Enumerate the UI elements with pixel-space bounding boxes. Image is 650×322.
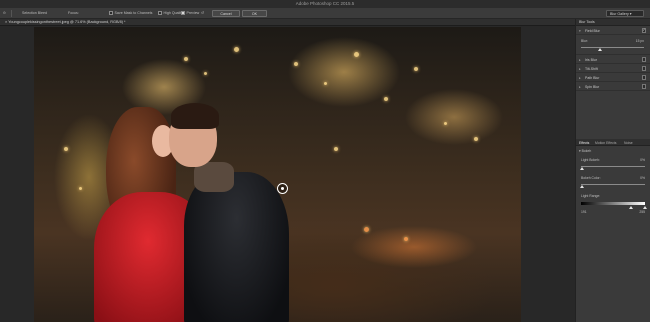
light-bokeh-label: Light Bokeh: <box>581 158 600 162</box>
save-mask-label: Save Mask to Channels <box>114 11 153 15</box>
blur-item-iris-blur[interactable]: ▸ Iris Blur <box>576 55 650 64</box>
tab-effects[interactable]: Effects <box>579 141 589 145</box>
chevron-right-icon[interactable]: ▸ <box>579 58 581 62</box>
blur-amount-label: Blur: <box>581 39 588 43</box>
workspace-label: Blur Gallery <box>610 12 629 16</box>
bokeh-light <box>334 147 338 151</box>
bokeh-light <box>404 237 408 241</box>
blur-pin-handle[interactable] <box>277 183 288 194</box>
high-quality-checkbox[interactable]: High Quality <box>158 10 183 17</box>
bokeh-light <box>354 52 359 57</box>
preview-label: Preview <box>186 11 200 15</box>
document-tab[interactable]: × Youngcouplekissingonthestreet.jpeg @ 7… <box>0 19 575 26</box>
checkbox-box[interactable] <box>109 10 113 15</box>
light-bokeh-thumb[interactable] <box>580 167 584 170</box>
document-title: Youngcouplekissingonthestreet.jpeg @ 71.… <box>8 19 126 24</box>
panel-title: Blur Tools <box>579 20 595 24</box>
enable-checkbox[interactable] <box>641 66 646 71</box>
bokeh-light <box>474 137 478 141</box>
save-mask-checkbox[interactable]: Save Mask to Channels <box>109 10 152 17</box>
bokeh-light <box>204 72 207 75</box>
bokeh-color-thumb[interactable] <box>580 185 584 188</box>
panel-header: Blur Tools <box>576 19 650 26</box>
effects-body: ▾ Bokeh Light Bokeh: 0% Bokeh Color: 0% … <box>576 146 650 322</box>
document-tab-label: × Youngcouplekissingonthestreet.jpeg @ 7… <box>5 19 126 24</box>
bokeh-color-label: Bokeh Color: <box>581 176 601 180</box>
blur-item-label: Iris Blur <box>585 57 597 62</box>
enable-checkbox[interactable] <box>641 57 646 62</box>
bokeh-light <box>384 97 388 101</box>
app-title-bar: Adobe Photoshop CC 2015.5 <box>0 0 650 8</box>
bokeh-light <box>64 147 68 151</box>
man-scarf <box>194 162 234 192</box>
light-range-gradient[interactable] <box>581 202 645 205</box>
light-range-min-thumb[interactable] <box>629 206 633 209</box>
bokeh-color-track[interactable] <box>581 184 645 185</box>
chevron-down-icon[interactable]: ▾ <box>579 29 581 33</box>
blur-amount-value[interactable]: 15 px <box>636 39 644 43</box>
bokeh-light <box>414 67 418 71</box>
focus-label: Focus: <box>68 11 79 15</box>
bokeh-light <box>184 57 188 61</box>
bokeh-section-label: ▾ Bokeh <box>579 149 592 153</box>
bokeh-light <box>364 227 369 232</box>
bokeh-light <box>294 62 298 66</box>
light-range-max-thumb[interactable] <box>643 206 647 209</box>
light-range-label: Light Range: <box>581 194 601 198</box>
blur-item-field-blur[interactable]: ▾ Field Blur ✓ <box>576 26 650 35</box>
blur-item-label: Field Blur <box>585 28 600 33</box>
chevron-right-icon[interactable]: ▸ <box>579 67 581 71</box>
blur-item-spin-blur[interactable]: ▸ Spin Blur <box>576 82 650 91</box>
app-title: Adobe Photoshop CC 2015.5 <box>295 1 355 6</box>
preview-checkbox[interactable]: Preview <box>181 10 199 17</box>
photo-canvas[interactable] <box>34 27 521 322</box>
blur-item-label: Spin Blur <box>585 84 600 89</box>
blur-slider-track[interactable] <box>581 47 644 48</box>
tab-motion-effects[interactable]: Motion Effects <box>595 141 616 145</box>
light-bokeh-track[interactable] <box>581 166 645 167</box>
bokeh-light <box>234 47 239 52</box>
pin-center[interactable] <box>281 187 284 190</box>
blur-item-tilt-shift[interactable]: ▸ Tilt-Shift <box>576 64 650 73</box>
reset-icon[interactable]: ↺ <box>201 10 204 17</box>
man-dark-coat <box>184 172 289 322</box>
divider <box>11 10 14 17</box>
checkbox-box[interactable] <box>181 10 185 15</box>
options-bar: ⊙ Selection Bleed Focus: Save Mask to Ch… <box>0 8 650 19</box>
light-range-max-value[interactable]: 255 <box>639 210 645 214</box>
ok-button[interactable]: OK <box>242 10 267 17</box>
enable-checkbox[interactable]: ✓ <box>641 28 646 33</box>
cancel-button[interactable]: Cancel <box>212 10 240 17</box>
bokeh-light <box>79 187 82 190</box>
man-hair <box>171 103 219 129</box>
blur-item-label: Tilt-Shift <box>585 66 598 71</box>
blur-tools-panel: Blur Tools ▾ Field Blur ✓ Blur: 15 px ▸ … <box>575 19 650 322</box>
chevron-right-icon[interactable]: ▸ <box>579 76 581 80</box>
bokeh-label: Bokeh <box>581 149 592 153</box>
workspace-select[interactable]: Blur Gallery ▾ <box>606 10 644 17</box>
tab-noise[interactable]: Noise <box>624 141 633 145</box>
chevron-right-icon[interactable]: ▸ <box>579 85 581 89</box>
canvas-area[interactable] <box>0 26 575 322</box>
blur-tool-icon[interactable]: ⊙ <box>3 10 6 17</box>
light-range-min-value[interactable]: 191 <box>581 210 587 214</box>
checkbox-box[interactable] <box>158 10 162 15</box>
enable-checkbox[interactable] <box>641 84 646 89</box>
blur-slider-thumb[interactable] <box>598 48 603 51</box>
blur-item-path-blur[interactable]: ▸ Path Blur <box>576 73 650 82</box>
light-bokeh-value[interactable]: 0% <box>640 158 645 162</box>
effects-tabs: Effects Motion Effects Noise <box>576 139 650 146</box>
bokeh-light <box>444 122 447 125</box>
field-blur-settings: Blur: 15 px <box>576 35 650 55</box>
select-focus-area-button[interactable]: Selection Bleed <box>22 10 47 17</box>
bokeh-color-value[interactable]: 0% <box>640 176 645 180</box>
enable-checkbox[interactable] <box>641 75 646 80</box>
bokeh-light <box>324 82 327 85</box>
blur-item-label: Path Blur <box>585 75 600 80</box>
